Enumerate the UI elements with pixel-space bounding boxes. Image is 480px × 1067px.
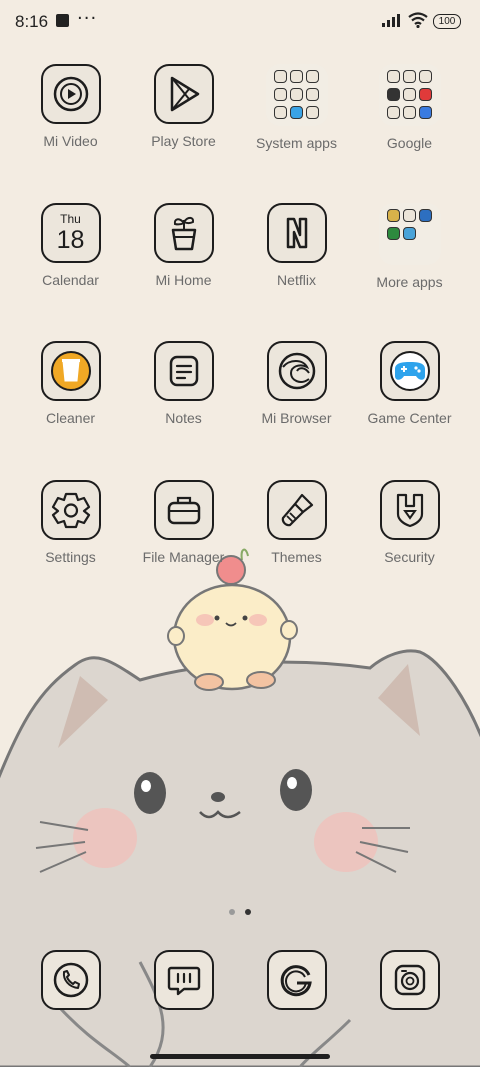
app-label: System apps [256,135,337,151]
app-mi-home[interactable]: Mi Home [127,203,240,313]
chick-body [172,583,292,691]
page-indicator [0,909,480,917]
message-icon [153,950,214,1010]
camera-icon [379,950,440,1010]
gamepad-icon [379,341,440,401]
phone-icon [40,950,101,1010]
app-label: Security [384,549,435,565]
play-circle-icon [40,64,101,124]
cat-right-cheek [314,812,378,872]
app-label: More apps [376,274,443,290]
app-play-store[interactable]: Play Store [127,64,240,174]
app-label: Mi Browser [261,410,332,426]
app-netflix[interactable]: Netflix [240,203,353,313]
paintbrush-icon [266,480,327,540]
notification-square-icon [56,14,69,27]
dock [0,950,480,1014]
app-label: Settings [45,549,96,565]
page-dot-2[interactable] [245,909,251,915]
status-bar: 8:16 ··· 100 [0,0,480,44]
shield-icon [379,480,440,540]
gesture-navigation-bar[interactable] [150,1054,330,1059]
browser-swirl-icon [266,341,327,401]
play-store-icon [153,64,214,124]
page-dot-1[interactable] [229,909,235,915]
plant-pot-icon [153,203,214,263]
app-file-manager[interactable]: File Manager [127,480,240,590]
app-mi-browser[interactable]: Mi Browser [240,341,353,451]
gear-icon [40,480,101,540]
calendar-icon: Thu 18 [40,203,101,263]
folder-more-apps[interactable]: More apps [353,203,466,313]
dock-messaging[interactable] [127,950,240,1014]
app-game-center[interactable]: Game Center [353,341,466,451]
app-label: Calendar [42,272,99,288]
app-label: File Manager [142,549,225,565]
trash-bin-icon [40,341,101,401]
cat-left-cheek [73,808,137,868]
app-security[interactable]: Security [353,480,466,590]
app-settings[interactable]: Settings [14,480,127,590]
google-g-icon [266,950,327,1010]
app-cleaner[interactable]: Cleaner [14,341,127,451]
calendar-day: Thu [60,212,81,226]
app-label: Netflix [277,272,316,288]
app-label: Mi Video [43,133,98,149]
app-calendar[interactable]: Thu 18 Calendar [14,203,127,313]
app-label: Google [386,135,433,151]
netflix-n-icon [266,203,327,263]
cat-right-eye [280,769,312,811]
app-label: Play Store [151,133,216,149]
home-app-grid: Mi Video Play Store System apps Google T… [0,0,480,600]
app-label: Game Center [367,410,452,426]
app-label: Notes [165,410,202,426]
app-mi-video[interactable]: Mi Video [14,64,127,174]
app-themes[interactable]: Themes [240,480,353,590]
dock-phone[interactable] [14,950,127,1014]
wifi-icon [408,12,428,28]
app-label: Mi Home [155,272,212,288]
folder-icon [265,64,328,126]
folder-icon [378,64,441,126]
briefcase-icon [153,480,214,540]
app-label: Cleaner [45,410,96,426]
note-lines-icon [153,341,214,401]
folder-system-apps[interactable]: System apps [240,64,353,174]
status-time: 8:16 [15,12,49,31]
dock-google-search[interactable] [240,950,353,1014]
dock-camera[interactable] [353,950,466,1014]
more-notifications-icon: ··· [77,8,98,29]
signal-icon [382,14,400,27]
cat-nose [211,792,225,802]
battery-icon: 100 [433,14,461,29]
app-notes[interactable]: Notes [127,341,240,451]
app-label: Themes [271,549,322,565]
cat-left-eye [134,772,166,814]
folder-google[interactable]: Google [353,64,466,174]
folder-icon [378,203,441,265]
calendar-date: 18 [56,226,85,254]
